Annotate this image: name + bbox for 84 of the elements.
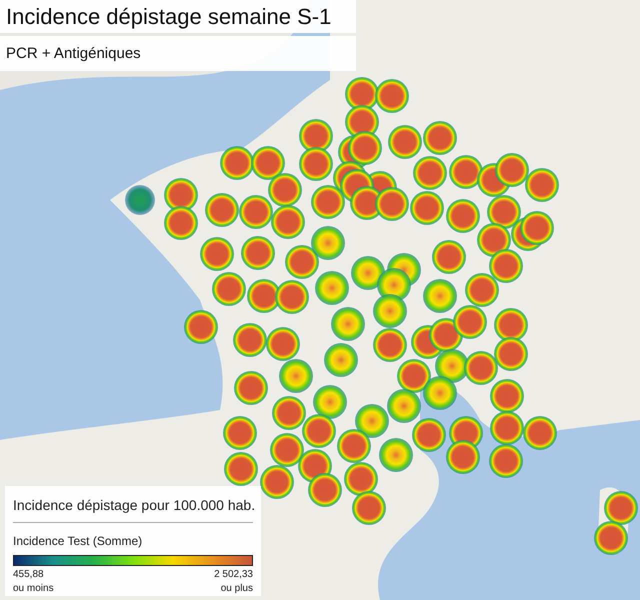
heatmap-spot [423, 279, 457, 313]
heatmap-spot [311, 226, 345, 260]
heatmap-spot [453, 305, 487, 339]
legend-title: Incidence dépistage pour 100.000 hab. [13, 496, 253, 515]
heatmap-spot [489, 249, 523, 283]
heatmap-spot [266, 327, 300, 361]
heatmap-spot [523, 416, 557, 450]
heatmap-spot [490, 411, 524, 445]
min-caption: ou moins [13, 582, 54, 596]
heatmap-spot [412, 418, 446, 452]
heatmap-spot [331, 307, 365, 341]
map-title: Incidence dépistage semaine S-1 [0, 0, 356, 33]
heatmap-spot [212, 272, 246, 306]
heatmap-spot [373, 328, 407, 362]
heatmap-spot [260, 465, 294, 499]
heatmap-spot [313, 385, 347, 419]
heatmap-spot [308, 473, 342, 507]
heatmap-spot [355, 404, 389, 438]
heatmap-spot [241, 236, 275, 270]
heatmap-spot [432, 240, 466, 274]
heatmap-spot [223, 416, 257, 450]
heatmap-spot [494, 337, 528, 371]
heatmap-spot [352, 491, 386, 525]
heatmap-spot [233, 323, 267, 357]
heatmap-spot [271, 205, 305, 239]
heatmap-spot [525, 168, 559, 202]
heatmap-spot [272, 396, 306, 430]
heatmap-spot [315, 271, 349, 305]
heatmap-spot [251, 146, 285, 180]
heatmap-spot [337, 429, 371, 463]
map-subtitle: PCR + Antigéniques [0, 36, 356, 71]
heatmap-spot [594, 521, 628, 555]
heatmap-spot [495, 153, 529, 187]
heatmap-spot [449, 155, 483, 189]
heatmap-spot [311, 185, 345, 219]
heatmap-spot [125, 185, 155, 215]
max-caption: ou plus [220, 582, 253, 596]
heatmap-spot [604, 491, 638, 525]
heatmap-spot [387, 389, 421, 423]
heatmap-spot [489, 444, 523, 478]
max-value: 2 502,33 [214, 568, 253, 582]
heatmap-spot [375, 79, 409, 113]
heatmap-spot [494, 308, 528, 342]
heatmap-spot [423, 376, 457, 410]
heatmap-spot [375, 187, 409, 221]
heatmap-spot [184, 310, 218, 344]
heatmap-spot [373, 294, 407, 328]
heatmap-spot [302, 414, 336, 448]
heatmap-spot [205, 193, 239, 227]
heatmap-spot [446, 440, 480, 474]
heatmap-spot [275, 280, 309, 314]
min-value: 455,88 [13, 568, 45, 582]
heatmap-spot [279, 359, 313, 393]
heatmap-spot [413, 156, 447, 190]
heatmap-spot [164, 206, 198, 240]
heatmap-spot [239, 195, 273, 229]
heatmap-spot [520, 211, 554, 245]
heatmap-spot [410, 191, 444, 225]
heatmap-spot [446, 199, 480, 233]
heatmap-spot [348, 131, 382, 165]
heatmap-spot [247, 279, 281, 313]
heatmap-spot [200, 237, 234, 271]
heatmap-spot [268, 173, 302, 207]
legend-measure: Incidence Test (Somme) [13, 533, 144, 550]
heatmap-spot [299, 147, 333, 181]
heatmap-spot [464, 351, 498, 385]
heatmap-spot [299, 119, 333, 153]
heatmap-spot [351, 256, 385, 290]
heatmap-spot [164, 178, 198, 212]
heatmap-spot [490, 379, 524, 413]
heatmap-spot [324, 343, 358, 377]
heatmap-spot [234, 371, 268, 405]
heatmap-spot [224, 452, 258, 486]
heatmap-spot [477, 223, 511, 257]
heatmap-spot [379, 438, 413, 472]
heatmap-spot [344, 462, 378, 496]
heatmap-spot [285, 245, 319, 279]
heatmap-spot [423, 121, 457, 155]
heatmap-spot [270, 433, 304, 467]
heatmap-spot [465, 273, 499, 307]
heatmap-spot [397, 359, 431, 393]
heatmap-spot [388, 125, 422, 159]
heatmap-spot [487, 195, 521, 229]
heatmap-spot [220, 146, 254, 180]
